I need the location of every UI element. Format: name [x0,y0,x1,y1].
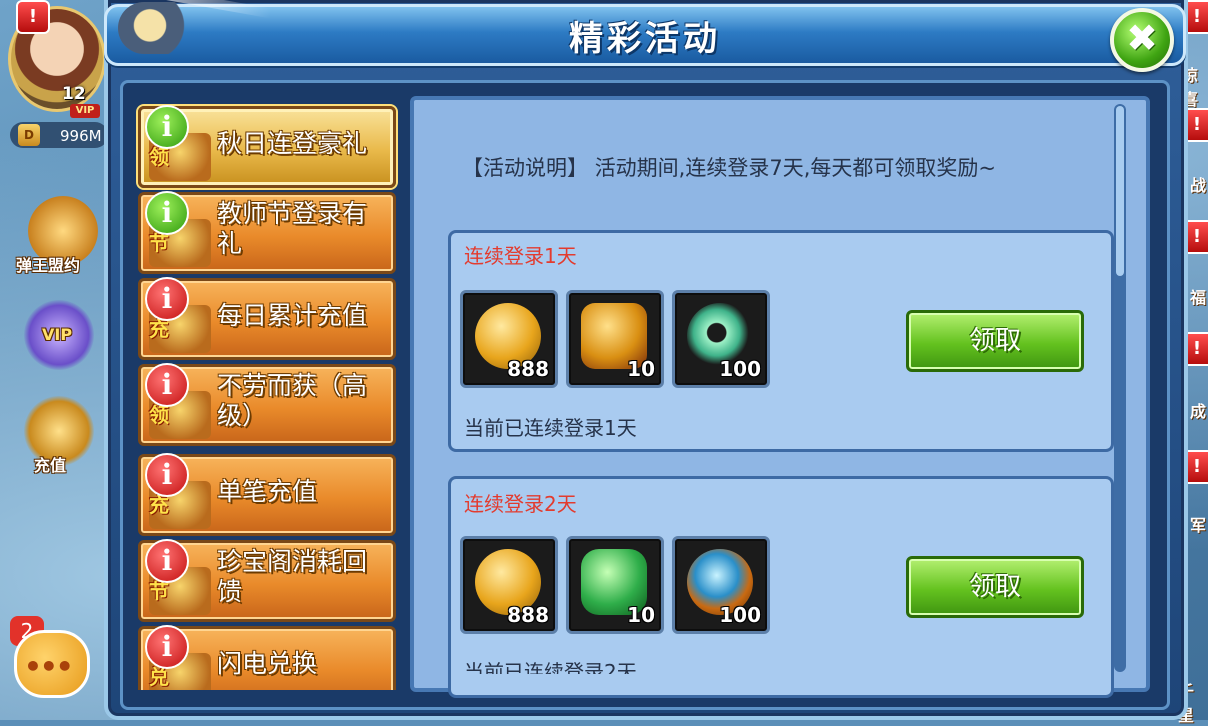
menu-item-label: 不劳而获（高级） [217,371,368,430]
description-heading: 【活动说明】 [462,156,588,180]
reward-slot[interactable]: 888 [460,536,558,634]
info-badge-icon: i [145,625,189,669]
cannon-emblem-icon [118,2,198,54]
menu-item-label: 每日累计充值 [217,301,368,330]
alliance-button-label[interactable]: 弹王盟约 [16,252,80,276]
right-button-label[interactable]: 战 [1190,172,1206,196]
reward-quantity: 888 [507,357,549,381]
activity-description: 【活动说明】 活动期间,连续登录7天,每天都可领取奖励~ [462,152,996,182]
reward-slot[interactable]: 100 [672,290,770,388]
menu-item-label: 秋日连登豪礼 [217,129,368,158]
menu-item-teachers-day[interactable]: 节 i 教师节登录有礼 [138,191,396,274]
info-badge-icon: i [145,453,189,497]
claim-button[interactable]: 领取 [906,310,1084,372]
menu-item-lightning-exchange[interactable]: 兑 i 闪电兑换 [138,625,396,690]
menu-item-autumn-login[interactable]: 领 i 秋日连登豪礼 [138,105,396,188]
vip-tag: VIP [70,104,100,118]
info-badge-icon: i [145,277,189,321]
right-button-label[interactable]: 成 [1190,398,1206,422]
reward-quantity: 10 [627,603,655,627]
scrollbar-thumb[interactable] [1116,106,1124,276]
info-badge-icon: i [145,191,189,235]
activity-menu: 领 i 秋日连登豪礼 节 i 教师节登录有礼 充 i 每日累计充值 领 i 不劳… [134,100,398,690]
avatar-alert-badge: ! [16,0,50,34]
menu-item-free-reward[interactable]: 领 i 不劳而获（高级） [138,363,396,446]
diamond-icon: D [18,124,40,146]
login-status-text: 当前已连续登录1天 [464,416,637,440]
menu-item-label: 单笔充值 [217,477,318,506]
menu-item-label: 教师节登录有礼 [217,199,368,258]
reward-quantity: 100 [719,357,761,381]
vip-button-label[interactable]: VIP [42,325,72,344]
right-button-label[interactable]: 军 [1190,512,1206,536]
reward-slot[interactable]: 10 [566,290,664,388]
info-badge-icon: i [145,105,189,149]
menu-item-daily-recharge[interactable]: 充 i 每日累计充值 [138,277,396,360]
menu-item-label: 珍宝阁消耗回馈 [217,547,368,606]
modal-title: 精彩活动 [569,19,721,59]
description-text: 活动期间,连续登录7天,每天都可领取奖励~ [594,156,996,180]
menu-item-treasure-feedback[interactable]: 节 i 珍宝阁消耗回馈 [138,539,396,622]
reward-slot[interactable]: 10 [566,536,664,634]
right-button-label[interactable]: 福 [1190,284,1206,308]
reward-slot[interactable]: 888 [460,290,558,388]
reward-quantity: 10 [627,357,655,381]
reward-quantity: 888 [507,603,549,627]
info-badge-icon: i [145,539,189,583]
reward-slot[interactable]: 100 [672,536,770,634]
login-status-text: 当前已连续登录2天 [464,660,637,674]
chat-dots-icon: ••• [24,650,74,683]
vip-level: 12 [62,84,86,104]
reward-card-title: 连续登录2天 [464,492,577,516]
info-badge-icon: i [145,363,189,407]
currency-amount: 996M [60,127,102,145]
reward-card-title: 连续登录1天 [464,244,577,268]
menu-item-single-recharge[interactable]: 充 i 单笔充值 [138,453,396,536]
recharge-button-label[interactable]: 充值 [34,452,66,476]
close-button[interactable]: ✖ [1110,8,1174,72]
claim-button[interactable]: 领取 [906,556,1084,618]
reward-quantity: 100 [719,603,761,627]
menu-item-label: 闪电兑换 [217,649,318,678]
